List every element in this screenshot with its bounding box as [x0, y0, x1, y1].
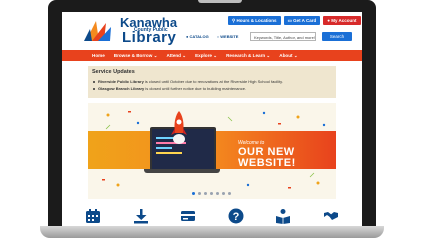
service-update-text: is closed until October due to renovatio…: [143, 79, 283, 84]
bullet-icon: [93, 81, 95, 83]
download-icon[interactable]: [132, 207, 150, 225]
hero-title: OUR NEW WEBSITE!: [238, 147, 296, 169]
site-header: Kanawha County Public Library ⚲ Hours & …: [62, 12, 362, 46]
main-nav: Home Browse & Borrow ⌄ Attend ⌄ Explore …: [62, 50, 362, 61]
carousel-dot[interactable]: [204, 192, 207, 195]
search-scope-options: ● CATALOG ○ WEBSITE: [186, 34, 238, 39]
carousel-dot[interactable]: [228, 192, 231, 195]
hours-locations-button[interactable]: ⚲ Hours & Locations: [228, 16, 281, 25]
website-screen: Kanawha County Public Library ⚲ Hours & …: [62, 12, 362, 226]
carousel-dot[interactable]: [216, 192, 219, 195]
hero-title-line2: WEBSITE!: [238, 157, 296, 169]
laptop-base: [40, 226, 384, 238]
library-logo-icon[interactable]: [84, 17, 112, 43]
rocket-icon: [171, 111, 187, 144]
carousel-dot[interactable]: [198, 192, 201, 195]
carousel-dot[interactable]: [192, 192, 195, 195]
code-line: [156, 152, 182, 154]
hours-locations-label: Hours & Locations: [236, 18, 277, 23]
search-input[interactable]: Keywords, Title, Author, and more!: [250, 32, 316, 41]
scope-catalog-label: CATALOG: [189, 34, 209, 39]
service-updates-title: Service Updates: [92, 69, 135, 75]
quick-links: ?: [84, 207, 340, 226]
service-update-location[interactable]: Riverside Public Library: [98, 79, 144, 84]
svg-text:?: ?: [232, 211, 239, 223]
scope-website-radio[interactable]: ○ WEBSITE: [217, 34, 239, 39]
reader-icon[interactable]: [274, 207, 292, 225]
get-card-button[interactable]: ▭ Get A Card: [283, 16, 321, 25]
carousel-dot[interactable]: [210, 192, 213, 195]
nav-home[interactable]: Home: [92, 53, 105, 58]
nav-research-learn[interactable]: Research & Learn ⌄: [226, 53, 270, 59]
service-update-item: Glasgow Branch Library is closed until f…: [98, 86, 246, 91]
search-button[interactable]: Search: [322, 32, 352, 41]
logo-text-library[interactable]: Library: [122, 29, 176, 46]
bullet-icon: [93, 88, 95, 90]
nav-explore[interactable]: Explore ⌄: [195, 53, 217, 59]
calendar-icon[interactable]: [84, 207, 102, 225]
hero-carousel[interactable]: Welcome to OUR NEW WEBSITE!: [88, 103, 336, 199]
service-update-item: Riverside Public Library is closed until…: [98, 79, 283, 84]
nav-attend[interactable]: Attend ⌄: [166, 53, 186, 59]
get-card-label: Get A Card: [293, 18, 317, 23]
code-line: [156, 147, 172, 149]
carousel-dots: [192, 192, 231, 195]
scope-catalog-radio[interactable]: ● CATALOG: [186, 34, 209, 39]
help-icon[interactable]: ?: [227, 207, 245, 225]
laptop-mockup: Kanawha County Public Library ⚲ Hours & …: [40, 0, 384, 238]
service-updates: Service Updates Riverside Public Library…: [88, 66, 336, 98]
my-account-label: My Account: [331, 18, 357, 23]
handshake-icon[interactable]: [322, 207, 340, 225]
nav-about[interactable]: About ⌄: [279, 53, 297, 59]
header-buttons: ⚲ Hours & Locations ▭ Get A Card ● My Ac…: [228, 16, 361, 25]
service-update-location[interactable]: Glasgow Branch Library: [98, 86, 144, 91]
carousel-dot[interactable]: [222, 192, 225, 195]
nav-browse-borrow[interactable]: Browse & Borrow ⌄: [114, 53, 158, 59]
card-icon[interactable]: [179, 207, 197, 225]
laptop-illustration-base: [144, 169, 220, 173]
service-update-text: is closed until further notice due to bu…: [144, 86, 247, 91]
camera-notch: [198, 0, 242, 3]
my-account-button[interactable]: ● My Account: [323, 16, 361, 25]
scope-website-label: WEBSITE: [220, 34, 239, 39]
